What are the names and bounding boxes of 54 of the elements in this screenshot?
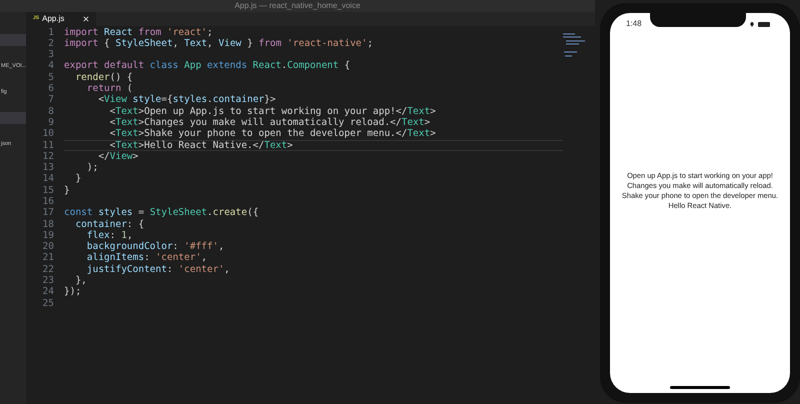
line-number: 20 [42, 240, 55, 253]
line-number: 5 [47, 70, 55, 84]
code-line: justifyContent: 'center', [86, 264, 231, 276]
window-title: App.js — react_native_home_voice [234, 2, 360, 10]
line-number: 6 [47, 82, 55, 95]
line-number: 11 [42, 138, 55, 152]
line-number: 15 [42, 184, 55, 197]
code-line: </View> [97, 151, 140, 163]
line-number: 10 [42, 127, 55, 141]
line-number: 7 [47, 93, 55, 107]
sidebar-item[interactable] [0, 34, 26, 46]
code-line: backgroundColor: '#fff', [86, 242, 226, 252]
code-line: container: { [74, 219, 146, 230]
line-number: 13 [42, 161, 55, 174]
code-line: }); [64, 286, 82, 298]
line-number: 3 [47, 48, 55, 61]
line-number: 24 [42, 285, 55, 299]
code-line: <Text>Shake your phone to open the developer menu.</Text> [108, 128, 437, 140]
line-number: 22 [42, 262, 55, 276]
line-number: 8 [47, 104, 55, 118]
code-line: export default class App extends React.Component { [64, 60, 352, 72]
code-line: alignItems: 'center', [86, 252, 208, 264]
line-number: 2 [47, 36, 55, 50]
code-line: <View style={styles.container}> [97, 94, 277, 106]
line-number: 18 [42, 218, 55, 231]
status-time: 1:48 [626, 18, 642, 30]
code-line: ); [86, 162, 100, 174]
line-number: 23 [42, 274, 55, 287]
code-line: } [74, 174, 82, 186]
code-line: } [64, 185, 71, 196]
code-line: import { StyleSheet, Text, View } from 'react-native'; [64, 38, 374, 50]
home-indicator [670, 386, 730, 389]
line-number: 16 [42, 194, 55, 208]
code-line: flex: 1, [86, 230, 134, 242]
code-line: }, [74, 276, 88, 286]
code-line: <Text>Open up App.js to start working on your app!</Text> [108, 106, 437, 118]
code-line: const styles = StyleSheet.create({ [64, 208, 260, 220]
code-line: <Text>Hello React Native.</Text> [64, 140, 563, 152]
line-number: 9 [47, 116, 55, 129]
code-line: import React from 'react'; [64, 27, 214, 38]
code-line: return ( [86, 83, 134, 94]
line-number: 17 [42, 206, 55, 220]
line-number: 25 [42, 296, 55, 311]
line-number: 21 [42, 251, 55, 265]
line-number: 14 [42, 172, 55, 186]
code-line: render() { [74, 72, 134, 84]
code-line: <Text>Changes you make will automatically reload.</Text> [108, 117, 432, 128]
line-number: 1 [47, 26, 55, 39]
sidebar-item[interactable] [0, 112, 26, 124]
line-number: 19 [42, 228, 55, 242]
line-number: 4 [47, 59, 55, 73]
close-icon[interactable] [82, 15, 90, 23]
line-number: 12 [42, 150, 55, 163]
tab-label: App.js [42, 13, 64, 25]
